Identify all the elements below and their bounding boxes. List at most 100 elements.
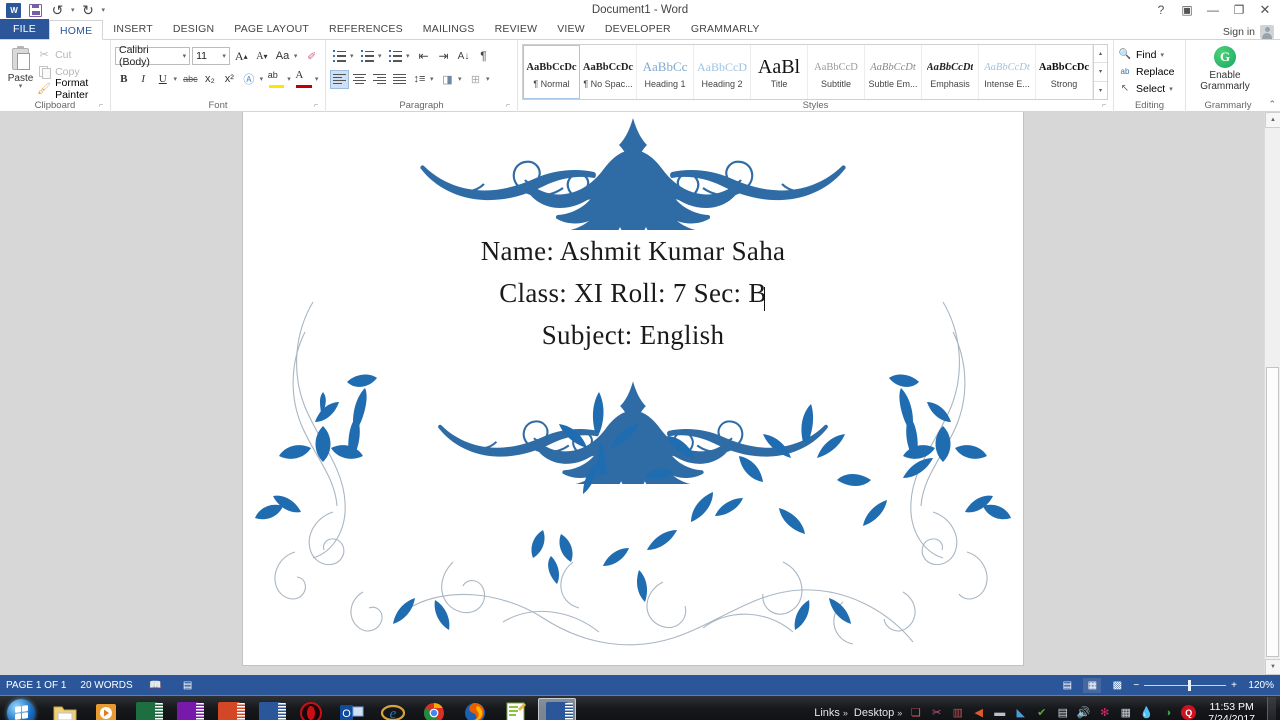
help-icon[interactable]: ? [1148,1,1174,20]
scrollbar-thumb[interactable] [1266,367,1279,657]
change-case-button[interactable]: Aa [273,46,292,66]
clipboard-dialog-launcher[interactable]: ⌐ [99,102,107,110]
print-layout-button[interactable]: ▦ [1083,677,1102,693]
styles-scroll-up-icon[interactable]: ▴ [1094,45,1107,64]
close-button[interactable]: ✕ [1252,1,1278,20]
change-case-dropdown-icon[interactable]: ▾ [294,52,301,60]
multilevel-dropdown-icon[interactable]: ▾ [406,52,413,60]
tab-developer[interactable]: DEVELOPER [595,19,681,39]
chevron-right-icon[interactable]: » [843,708,848,718]
sign-in-area[interactable]: Sign in [1223,25,1280,39]
show-desktop-button[interactable] [1267,696,1276,720]
style-no-spacing[interactable]: AaBbCcDc ¶ No Spac... [580,45,637,99]
tab-mailings[interactable]: MAILINGS [413,19,485,39]
taskbar-file-explorer-icon[interactable] [46,698,84,720]
paragraph-dialog-launcher[interactable]: ⌐ [506,102,514,110]
bullets-dropdown-icon[interactable]: ▾ [350,52,357,60]
font-size-dropdown-icon[interactable]: ▾ [222,52,226,60]
align-left-button[interactable] [330,69,349,89]
line-spacing-dropdown-icon[interactable]: ▾ [430,75,437,83]
taskbar-internet-explorer-icon[interactable]: e [374,698,412,720]
multilevel-list-icon[interactable] [386,47,405,66]
font-color-dropdown-icon[interactable]: ▾ [315,75,321,83]
word-count[interactable]: 20 WORDS [80,680,132,691]
bluetooth-icon[interactable]: ✻ [1097,705,1112,720]
cut-button[interactable]: ✂ Cut [37,47,106,62]
underline-dropdown-icon[interactable]: ▾ [174,75,180,83]
tab-grammarly[interactable]: GRAMMARLY [681,19,770,39]
style-title[interactable]: AaBl Title [751,45,808,99]
start-button[interactable] [0,697,42,720]
monitor-icon[interactable]: ▬ [992,705,1007,720]
droplet-icon[interactable]: 💧 [1139,705,1154,720]
proofing-errors-icon[interactable]: 📖 [147,678,165,693]
taskbar-media-player-icon[interactable] [87,698,125,720]
taskbar-firefox-icon[interactable] [456,698,494,720]
zoom-out-button[interactable]: − [1133,680,1139,691]
tab-design[interactable]: DESIGN [163,19,224,39]
clear-formatting-icon[interactable]: ✐ [302,46,321,66]
language-icon[interactable]: ▤ [179,678,197,693]
recorder-icon[interactable]: ▥ [950,705,965,720]
styles-dialog-launcher[interactable]: ⌐ [1102,102,1110,110]
styles-scrollbar[interactable]: ▴ ▾ ▾ [1093,45,1107,99]
style-subtle-emphasis[interactable]: AaBbCcDt Subtle Em... [865,45,922,99]
ribbon-display-options-icon[interactable]: ▣ [1174,1,1200,20]
toolbar-desktop[interactable]: Desktop » [854,707,902,719]
zoom-slider-thumb[interactable] [1188,679,1192,691]
antivirus-icon[interactable]: ✔ [1034,705,1049,720]
strikethrough-button[interactable]: abc [182,69,200,89]
scroll-up-button[interactable]: ▲ [1265,112,1280,128]
decrease-indent-icon[interactable]: ⇤ [414,47,433,66]
network-alert-icon[interactable]: ▤ [1055,705,1070,720]
triangle-icon[interactable]: ◀ [971,705,986,720]
underline-button[interactable]: U [154,69,172,89]
taskbar-notepad-plus-icon[interactable] [497,698,535,720]
highlight-dropdown-icon[interactable]: ▾ [287,75,293,83]
font-size-combobox[interactable]: 11 ▾ [192,47,230,65]
zoom-level-label[interactable]: 120% [1244,680,1274,691]
taskbar-word-icon[interactable]: W [251,698,289,720]
numbering-dropdown-icon[interactable]: ▾ [378,52,385,60]
page-indicator[interactable]: PAGE 1 OF 1 [6,680,66,691]
chevron-right-icon[interactable]: » [897,708,902,718]
style-subtitle[interactable]: AaBbCcD Subtitle [808,45,865,99]
text-effects-icon[interactable]: Ⓐ [240,69,258,89]
scroll-down-button[interactable]: ▼ [1265,659,1280,675]
document-page[interactable]: Name: Ashmit Kumar Saha Class: XI Roll: … [243,112,1023,665]
tab-file[interactable]: FILE [0,19,49,39]
restore-button[interactable]: ❐ [1226,1,1252,20]
zoom-control[interactable]: − + [1133,679,1237,691]
superscript-button[interactable]: x² [221,69,239,89]
graphics-icon[interactable]: ◣ [1013,705,1028,720]
read-mode-button[interactable]: ▤ [1058,678,1076,693]
align-center-button[interactable] [350,70,369,89]
bullets-icon[interactable] [330,47,349,66]
subscript-button[interactable]: x₂ [201,69,219,89]
style-heading-2[interactable]: AaBbCcD Heading 2 [694,45,751,99]
styles-more-icon[interactable]: ▾ [1094,82,1107,99]
avatar[interactable] [1260,25,1274,39]
justify-button[interactable] [390,70,409,89]
styles-scroll-down-icon[interactable]: ▾ [1094,63,1107,82]
taskbar-chrome-icon[interactable] [415,698,453,720]
snipping-tool-icon[interactable]: ✂ [929,705,944,720]
find-dropdown-icon[interactable]: ▾ [1160,51,1167,59]
taskbar-outlook-icon[interactable]: O [333,698,371,720]
font-dialog-launcher[interactable]: ⌐ [314,102,322,110]
shrink-font-button[interactable]: A ▾ [253,46,272,66]
tab-home[interactable]: HOME [48,20,104,40]
style-heading-1[interactable]: AaBbCc Heading 1 [637,45,694,99]
font-name-dropdown-icon[interactable]: ▾ [183,52,187,60]
tab-insert[interactable]: INSERT [103,19,163,39]
tab-page-layout[interactable]: PAGE LAYOUT [224,19,319,39]
tab-review[interactable]: REVIEW [485,19,548,39]
taskbar-excel-icon[interactable]: X [128,698,166,720]
volume-icon[interactable]: 🔊 [1076,705,1091,720]
taskbar-powerpoint-icon[interactable]: P [210,698,248,720]
quicktime-icon[interactable]: Q [1181,705,1197,720]
clock[interactable]: 11:53 PM 7/24/2017 [1202,701,1261,720]
sort-icon[interactable]: A↓ [454,47,473,66]
bold-button[interactable]: B [115,69,133,89]
show-formatting-marks-icon[interactable]: ¶ [474,47,493,66]
